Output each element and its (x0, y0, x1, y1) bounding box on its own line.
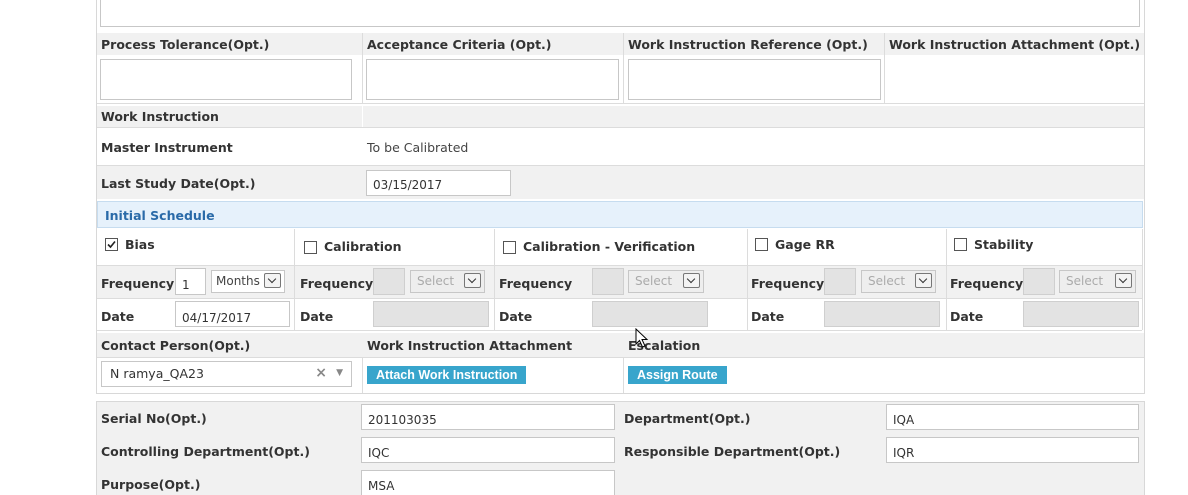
divider (623, 357, 624, 393)
initial-schedule-header (97, 201, 1143, 228)
wi-reference-input[interactable] (628, 59, 881, 100)
wi-attachment-label: Work Instruction Attachment (367, 338, 573, 353)
divider (362, 357, 363, 393)
bias-unit-value: Months (216, 274, 260, 288)
stability-date-input (1023, 301, 1139, 327)
stability-frequency-input (1023, 268, 1055, 295)
stability-unit-select: Select (1059, 270, 1136, 293)
bias-label: Bias (125, 237, 155, 252)
divider (97, 298, 1142, 299)
bias-frequency-unit-select[interactable]: Months (211, 270, 285, 293)
divider (97, 357, 1144, 358)
divider (97, 103, 1144, 104)
calibration-frequency-input (373, 268, 405, 295)
checkmark-icon (107, 240, 116, 249)
calibration-checkbox[interactable] (304, 241, 317, 254)
divider (97, 330, 1142, 331)
initial-schedule-title: Initial Schedule (105, 208, 215, 223)
calibration-frequency-unit-select: Select (410, 270, 485, 293)
attach-work-instruction-button[interactable]: Attach Work Instruction (367, 366, 527, 384)
gage-rr-select-placeholder: Select (868, 274, 906, 288)
calibration-verification-label: Calibration - Verification (523, 239, 696, 254)
contact-person-label: Contact Person(Opt.) (101, 338, 251, 353)
gage-rr-unit-select: Select (861, 270, 936, 293)
work-instruction-label: Work Instruction (101, 109, 219, 124)
bias-checkbox[interactable] (105, 238, 118, 251)
calibration-verification-date-input (592, 301, 708, 327)
work-instruction-value-cell (363, 106, 1144, 127)
stability-date-label: Date (950, 309, 984, 324)
divider (362, 33, 363, 103)
chevron-down-icon (915, 273, 932, 288)
acceptance-criteria-label: Acceptance Criteria (Opt.) (367, 37, 552, 52)
calibration-date-input (373, 301, 489, 327)
stability-select-placeholder: Select (1066, 274, 1104, 288)
calibration-date-label: Date (300, 309, 334, 324)
controlling-department-input[interactable]: IQC (361, 437, 615, 463)
bias-date-input[interactable]: 04/17/2017 (175, 301, 290, 327)
chevron-down-icon (683, 273, 700, 288)
stability-label: Stability (974, 237, 1034, 252)
clear-icon[interactable]: × (315, 366, 327, 380)
last-study-date-label: Last Study Date(Opt.) (101, 176, 256, 191)
divider (623, 33, 624, 103)
gage-rr-label: Gage RR (775, 237, 835, 252)
gage-rr-checkbox[interactable] (755, 238, 768, 251)
acceptance-criteria-input[interactable] (366, 59, 619, 100)
purpose-input[interactable]: MSA (361, 470, 615, 495)
process-tolerance-input[interactable] (100, 59, 352, 100)
last-study-date-input[interactable]: 03/15/2017 (366, 170, 511, 196)
master-instrument-label: Master Instrument (101, 140, 233, 155)
chevron-down-icon (464, 273, 481, 288)
calibration-verification-frequency-label: Frequency (499, 276, 573, 291)
responsible-department-input[interactable]: IQR (886, 437, 1139, 463)
calibration-select-placeholder: Select (417, 274, 455, 288)
department-input[interactable]: IQA (886, 404, 1139, 430)
calibration-frequency-label: Frequency (300, 276, 374, 291)
mouse-cursor-icon (635, 328, 649, 348)
contact-person-value: N ramya_QA23 (110, 366, 204, 381)
wi-attachment-opt-label: Work Instruction Attachment (Opt.) (889, 37, 1141, 52)
responsible-department-label: Responsible Department(Opt.) (624, 444, 841, 459)
calibration-verification-date-label: Date (499, 309, 533, 324)
calibration-verification-select-placeholder: Select (635, 274, 673, 288)
contact-header-row (97, 333, 1144, 357)
divider (97, 127, 1144, 128)
process-tolerance-label: Process Tolerance(Opt.) (101, 37, 270, 52)
bias-date-label: Date (101, 309, 135, 324)
controlling-department-label: Controlling Department(Opt.) (101, 444, 310, 459)
department-label: Department(Opt.) (624, 411, 751, 426)
assign-route-button[interactable]: Assign Route (628, 366, 727, 384)
serial-no-label: Serial No(Opt.) (101, 411, 207, 426)
purpose-label: Purpose(Opt.) (101, 477, 201, 492)
stability-frequency-label: Frequency (950, 276, 1024, 291)
serial-no-input[interactable]: 201103035 (361, 404, 615, 430)
stability-checkbox[interactable] (954, 238, 967, 251)
divider (884, 33, 885, 103)
gage-rr-frequency-label: Frequency (751, 276, 825, 291)
gage-rr-date-label: Date (751, 309, 785, 324)
caret-down-icon[interactable]: ▼ (336, 366, 343, 380)
gage-rr-frequency-input (824, 268, 856, 295)
divider (1142, 229, 1143, 330)
chevron-down-icon (264, 273, 281, 288)
bias-frequency-input[interactable]: 1 (175, 268, 206, 295)
master-instrument-value: To be Calibrated (367, 140, 469, 155)
top-textarea[interactable] (100, 0, 1140, 27)
gage-rr-date-input (824, 301, 940, 327)
chevron-down-icon (1115, 273, 1132, 288)
contact-person-select[interactable]: N ramya_QA23 × ▼ (101, 361, 352, 387)
bias-frequency-label: Frequency (101, 276, 175, 291)
calibration-verification-unit-select: Select (628, 270, 704, 293)
calibration-verification-checkbox[interactable] (503, 241, 516, 254)
calibration-label: Calibration (324, 239, 402, 254)
wi-reference-label: Work Instruction Reference (Opt.) (628, 37, 868, 52)
calibration-verification-frequency-input (592, 268, 624, 295)
